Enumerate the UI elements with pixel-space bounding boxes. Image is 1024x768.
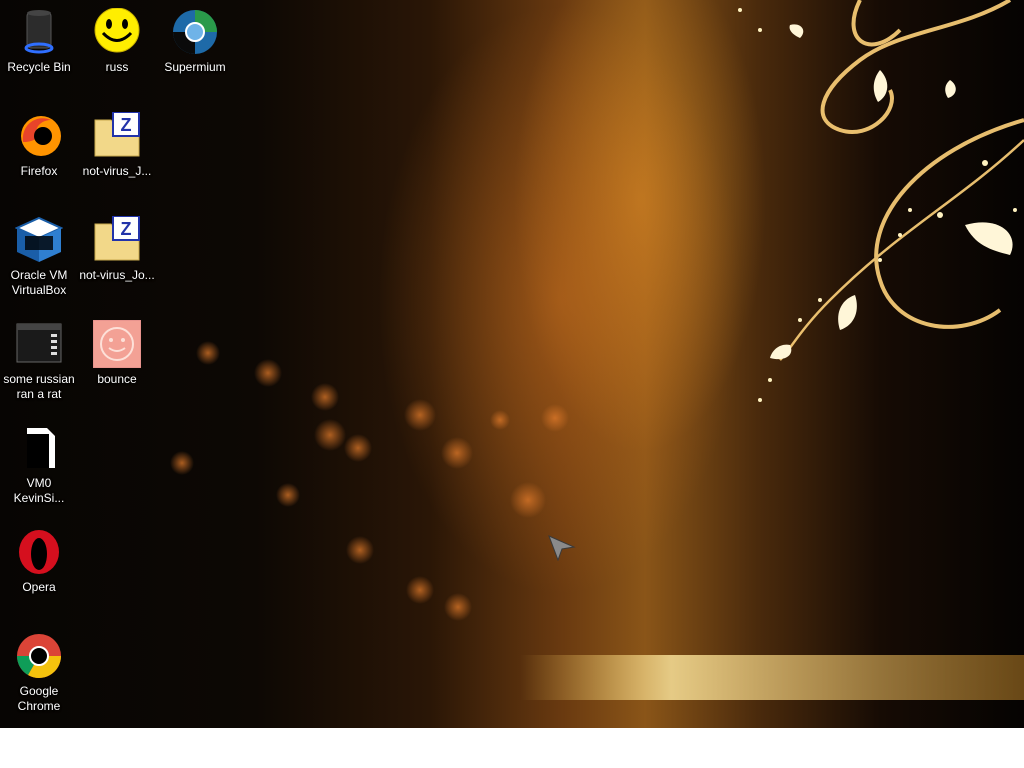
desktop-icon-label: Firefox [20, 164, 58, 178]
desktop-icon-label: bounce [97, 372, 137, 386]
recycle-bin-icon [15, 8, 63, 56]
desktop-icon-recycle-bin[interactable]: Recycle Bin [0, 8, 78, 75]
executable-icon [15, 320, 63, 368]
document-icon [15, 424, 63, 472]
desktop-icon-label: VM0 KevinSi... [13, 476, 65, 505]
opera-icon [15, 528, 63, 576]
desktop-icon-label: Recycle Bin [7, 60, 71, 74]
zip-folder-icon: Z [93, 111, 141, 160]
desktop-icon-not-virus-jo[interactable]: Z not-virus_Jo... [78, 215, 156, 283]
supermium-icon [171, 8, 219, 56]
zip-folder-icon: Z [93, 215, 141, 264]
smiley-icon [93, 7, 141, 56]
desktop-icon-vm0[interactable]: VM0 KevinSi... [0, 424, 78, 506]
desktop-icon-some-russian-ran-a-rat[interactable]: some russian ran a rat [0, 320, 78, 402]
desktop-icon-firefox[interactable]: Firefox [0, 112, 78, 179]
desktop-icon-not-virus-j[interactable]: Z not-virus_J... [78, 111, 156, 179]
desktop-icon-label: not-virus_J... [82, 164, 152, 178]
desktop-icon-label: some russian ran a rat [3, 372, 75, 401]
desktop-icon-opera[interactable]: Opera [0, 528, 78, 595]
desktop-icon-virtualbox[interactable]: Oracle VM VirtualBox [0, 216, 78, 298]
desktop-icon-bounce[interactable]: bounce [78, 319, 156, 387]
desktop-wallpaper: Recycle Bin russ Supermium Firefox Z not… [0, 0, 1024, 728]
mouse-cursor-icon [548, 535, 576, 566]
bounce-smiley-icon [92, 319, 142, 369]
desktop-icon-label: Oracle VM VirtualBox [10, 268, 68, 297]
svg-text:Z: Z [121, 219, 132, 239]
svg-text:Z: Z [121, 115, 132, 135]
desktop-icon-label: not-virus_Jo... [79, 268, 155, 282]
desktop-icon-russ[interactable]: russ [78, 7, 156, 75]
desktop-icon-supermium[interactable]: Supermium [156, 8, 234, 75]
desktop-icon-label: Supermium [164, 60, 226, 74]
desktop-icon-label: russ [105, 60, 129, 74]
firefox-icon [15, 112, 63, 160]
desktop-icon-label: Opera [22, 580, 56, 594]
desktop-icon-google-chrome[interactable]: Google Chrome [0, 632, 78, 714]
bottom-blank-area [0, 728, 1024, 768]
virtualbox-icon [14, 216, 64, 264]
chrome-icon [15, 632, 63, 680]
desktop-icon-label: Google Chrome [17, 684, 61, 713]
